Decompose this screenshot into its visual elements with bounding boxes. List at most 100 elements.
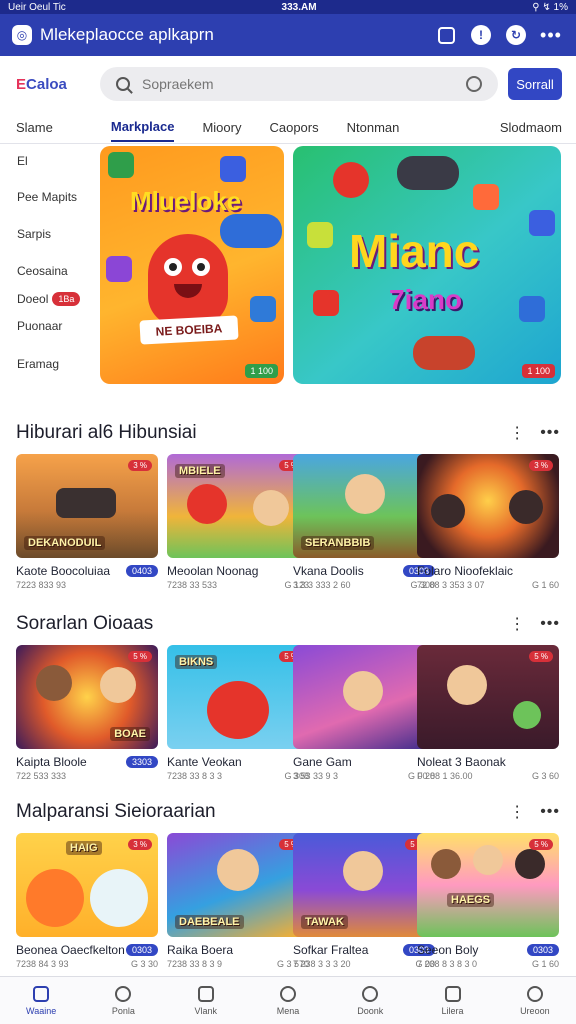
promo-banner-right[interactable]: Mianc 7iano 1 100 xyxy=(293,146,561,384)
discount-badge: 5 % xyxy=(529,839,553,850)
promo-banner-left[interactable]: Mlueloke NE BOEIBA 1 100 xyxy=(100,146,284,384)
nav-library[interactable]: Lilera xyxy=(421,985,485,1016)
nav-list[interactable]: Vlank xyxy=(174,985,238,1016)
card-meta-b: G 3 60 xyxy=(531,771,559,781)
game-card[interactable]: 3 % HAIG Beonea Oaecfkelton 0303 7238 84 … xyxy=(16,833,158,969)
brand-name: Caloa xyxy=(26,75,67,93)
section-sort-icon[interactable]: ⋮ xyxy=(509,802,526,822)
card-title: Noleat 3 Baonak xyxy=(417,755,506,769)
game-card[interactable]: 5 % MBIELE Meoolan Noonag 7238 33 533 G 1… xyxy=(167,454,309,590)
card-title-row: Sofkar Fraltea 0303 xyxy=(293,943,435,957)
nav-profile[interactable]: Ureoon xyxy=(503,985,567,1016)
mascot-figure xyxy=(148,234,228,326)
app-logo-icon: ◎ xyxy=(12,25,32,45)
game-card[interactable]: 5 % HAEGS Seeon Boly 0303 7 238 8 3 8 3 0… xyxy=(417,833,559,969)
search-row: ECaloa Sorrall xyxy=(0,56,576,112)
section-header: Sorarlan Oioaas ⋮ ••• xyxy=(0,607,576,641)
tab-markplace[interactable]: Markplace xyxy=(110,113,175,142)
card-meta-a: 3 53 33 9 3 xyxy=(293,771,339,781)
card-title-row: Beonea Oaecfkelton 0303 xyxy=(16,943,158,957)
game-card[interactable]: 5 % Noleat 3 Baonak F 288 1 36.00 G 3 60 xyxy=(417,645,559,781)
price-pill: 0403 xyxy=(125,565,158,577)
banner-sign: NE BOEIBA xyxy=(139,315,239,345)
decor-cube xyxy=(529,210,555,236)
section-more-icon[interactable]: ••• xyxy=(540,615,560,633)
sidebar-item-label: Puonaar xyxy=(17,319,63,333)
sidebar-item-el[interactable]: El xyxy=(17,154,28,168)
thumb-figure xyxy=(217,849,259,891)
game-thumbnail: 5 % MBIELE xyxy=(167,454,309,558)
nav-label: Mena xyxy=(276,1005,300,1016)
nav-account[interactable]: Doonk xyxy=(338,985,402,1016)
sidebar-item-doeol[interactable]: Doeol 1Ba xyxy=(17,292,81,306)
price-pill: 0303 xyxy=(125,944,158,956)
decor-cube xyxy=(250,296,276,322)
nav-label: Vlank xyxy=(194,1005,217,1016)
sync-icon[interactable]: ↻ xyxy=(503,22,529,48)
info-icon[interactable]: ! xyxy=(468,22,494,48)
controller-icon xyxy=(413,336,475,370)
sidebar-item-puonaar[interactable]: Puonaar xyxy=(17,319,62,333)
discount-badge: 3 % xyxy=(529,460,553,471)
search-input[interactable] xyxy=(142,76,466,92)
section-sort-icon[interactable]: ⋮ xyxy=(509,614,526,634)
section-hiburari: Hiburari al6 Hibunsiai ⋮ ••• 3 % DEKANOD… xyxy=(0,416,576,590)
sidebar-item-pee-mapits[interactable]: Pee Mapits xyxy=(17,190,77,204)
game-logo-text: TAWAK xyxy=(301,915,348,929)
sidebar-item-label: El xyxy=(17,154,28,168)
card-meta: 3 3 3 333 2 60 G 300 xyxy=(293,580,435,590)
sidebar-item-sarpis[interactable]: Sarpis xyxy=(17,227,51,241)
game-card[interactable]: SERANBBIB Vkana Doolis 0303 3 3 3 333 2 6… xyxy=(293,454,435,590)
tab-caopors[interactable]: Caopors xyxy=(269,114,318,141)
sidebar-item-ceosaina[interactable]: Ceosaina xyxy=(17,264,68,278)
account-icon[interactable] xyxy=(466,76,482,92)
card-title-row: Kaote Boocoluiaa 0403 xyxy=(16,564,158,578)
nav-recent[interactable]: Mena xyxy=(256,985,320,1016)
section-more-icon[interactable]: ••• xyxy=(540,424,560,442)
nav-home[interactable]: Waaine xyxy=(9,985,73,1016)
tab-slame[interactable]: Slame xyxy=(16,114,53,141)
game-card[interactable]: 3 % Folaro Nioofeklaic 72 88 3 353 3 07 G… xyxy=(417,454,559,590)
tab-mioory[interactable]: Mioory xyxy=(202,114,241,141)
game-card[interactable]: 5 % BOAE Kaipta Bloole 3303 722 533 333 xyxy=(16,645,158,781)
sidebar-item-label: Ceosaina xyxy=(17,264,68,278)
game-card[interactable]: 5 % TAWAK Sofkar Fraltea0303 7 238 3 3 3… xyxy=(293,833,435,969)
tab-slodmaom[interactable]: Slodmaom xyxy=(500,114,562,141)
sidebar-item-eramag[interactable]: Eramag xyxy=(17,357,59,371)
search-button[interactable]: Sorrall xyxy=(508,68,562,100)
nav-label: Waaine xyxy=(26,1005,57,1016)
game-card[interactable]: Gane Gam 3 53 33 9 3G 00 0 xyxy=(293,645,435,781)
tab-ntonman[interactable]: Ntonman xyxy=(347,114,400,141)
discount-badge: 3 % xyxy=(128,839,152,850)
section-more-icon[interactable]: ••• xyxy=(540,803,560,821)
thumb-figure xyxy=(253,490,289,526)
clock-icon xyxy=(279,985,296,1002)
card-meta-a: 7238 33 8 3 9 xyxy=(167,959,223,969)
card-meta-a: F 288 1 36.00 xyxy=(417,771,473,781)
card-meta-a: 72 88 3 353 3 07 xyxy=(417,580,485,590)
search-icon xyxy=(116,77,130,91)
discount-badge: 5 % xyxy=(128,651,152,662)
thumb-figure xyxy=(473,845,503,875)
user-icon xyxy=(362,985,379,1002)
nav-search[interactable]: Ponla xyxy=(91,985,155,1016)
game-card[interactable]: 5 % DAEBEALE Raika Boera 7238 33 8 3 9G … xyxy=(167,833,309,969)
card-meta: 7238 33 8 3 9G 3 570 xyxy=(167,959,309,969)
search-box[interactable] xyxy=(100,67,498,101)
banner-corner-badge: 1 100 xyxy=(245,364,278,378)
decor-cube xyxy=(313,290,339,316)
card-meta-a: 7 238 8 3 8 3 0 xyxy=(417,959,478,969)
section-sort-icon[interactable]: ⋮ xyxy=(509,423,526,443)
controller-icon xyxy=(220,214,282,248)
thumb-figure xyxy=(343,851,383,891)
discount-badge: 3 % xyxy=(128,460,152,471)
game-card[interactable]: 3 % DEKANODUIL Kaote Boocoluiaa 0403 7223… xyxy=(16,454,158,590)
game-logo-text: DEKANODUIL xyxy=(24,536,106,550)
section-title: Sorarlan Oioaas xyxy=(16,613,154,634)
brand-logo[interactable]: ECaloa xyxy=(16,76,100,93)
more-icon[interactable]: ••• xyxy=(538,22,564,48)
mascot-mouth xyxy=(174,284,202,298)
sidebar-item-label: Sarpis xyxy=(17,227,52,241)
clock-icon[interactable] xyxy=(433,22,459,48)
game-card[interactable]: 5 % BIKNS Kante Veokan 7238 33 8 3 3G 30… xyxy=(167,645,309,781)
